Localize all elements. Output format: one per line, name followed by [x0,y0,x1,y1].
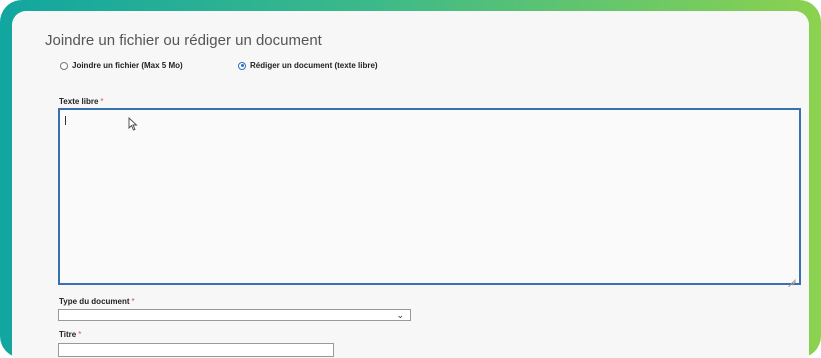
resize-handle-icon[interactable] [788,272,796,280]
texte-libre-label: Texte libre * [59,97,104,106]
required-mark: * [78,330,82,339]
texte-libre-label-text: Texte libre [59,97,99,106]
radio-label-rediger-document: Rédiger un document (texte libre) [250,61,378,70]
screenshot-frame: Joindre un fichier ou rédiger un documen… [0,0,821,358]
radio-rediger-document[interactable]: Rédiger un document (texte libre) [238,61,378,70]
titre-label-text: Titre [59,330,77,339]
type-document-select[interactable]: ⌄ [58,309,411,321]
titre-input[interactable] [58,343,334,357]
required-mark: * [131,297,135,306]
radio-button-unchecked-icon[interactable] [60,61,68,70]
titre-label: Titre * [59,330,81,339]
texte-libre-textarea[interactable] [58,108,801,285]
chevron-down-icon: ⌄ [396,310,404,320]
section-title: Joindre un fichier ou rédiger un documen… [45,32,322,49]
type-document-label: Type du document * [59,297,135,306]
radio-button-checked-icon[interactable] [238,61,246,70]
required-mark: * [100,97,104,106]
radio-label-joindre-fichier: Joindre un fichier (Max 5 Mo) [72,61,183,70]
mouse-pointer-icon [128,117,138,131]
form-panel: Joindre un fichier ou rédiger un documen… [12,11,809,358]
radio-joindre-fichier[interactable]: Joindre un fichier (Max 5 Mo) [60,61,183,70]
type-document-label-text: Type du document [59,297,130,306]
text-caret [65,116,66,125]
